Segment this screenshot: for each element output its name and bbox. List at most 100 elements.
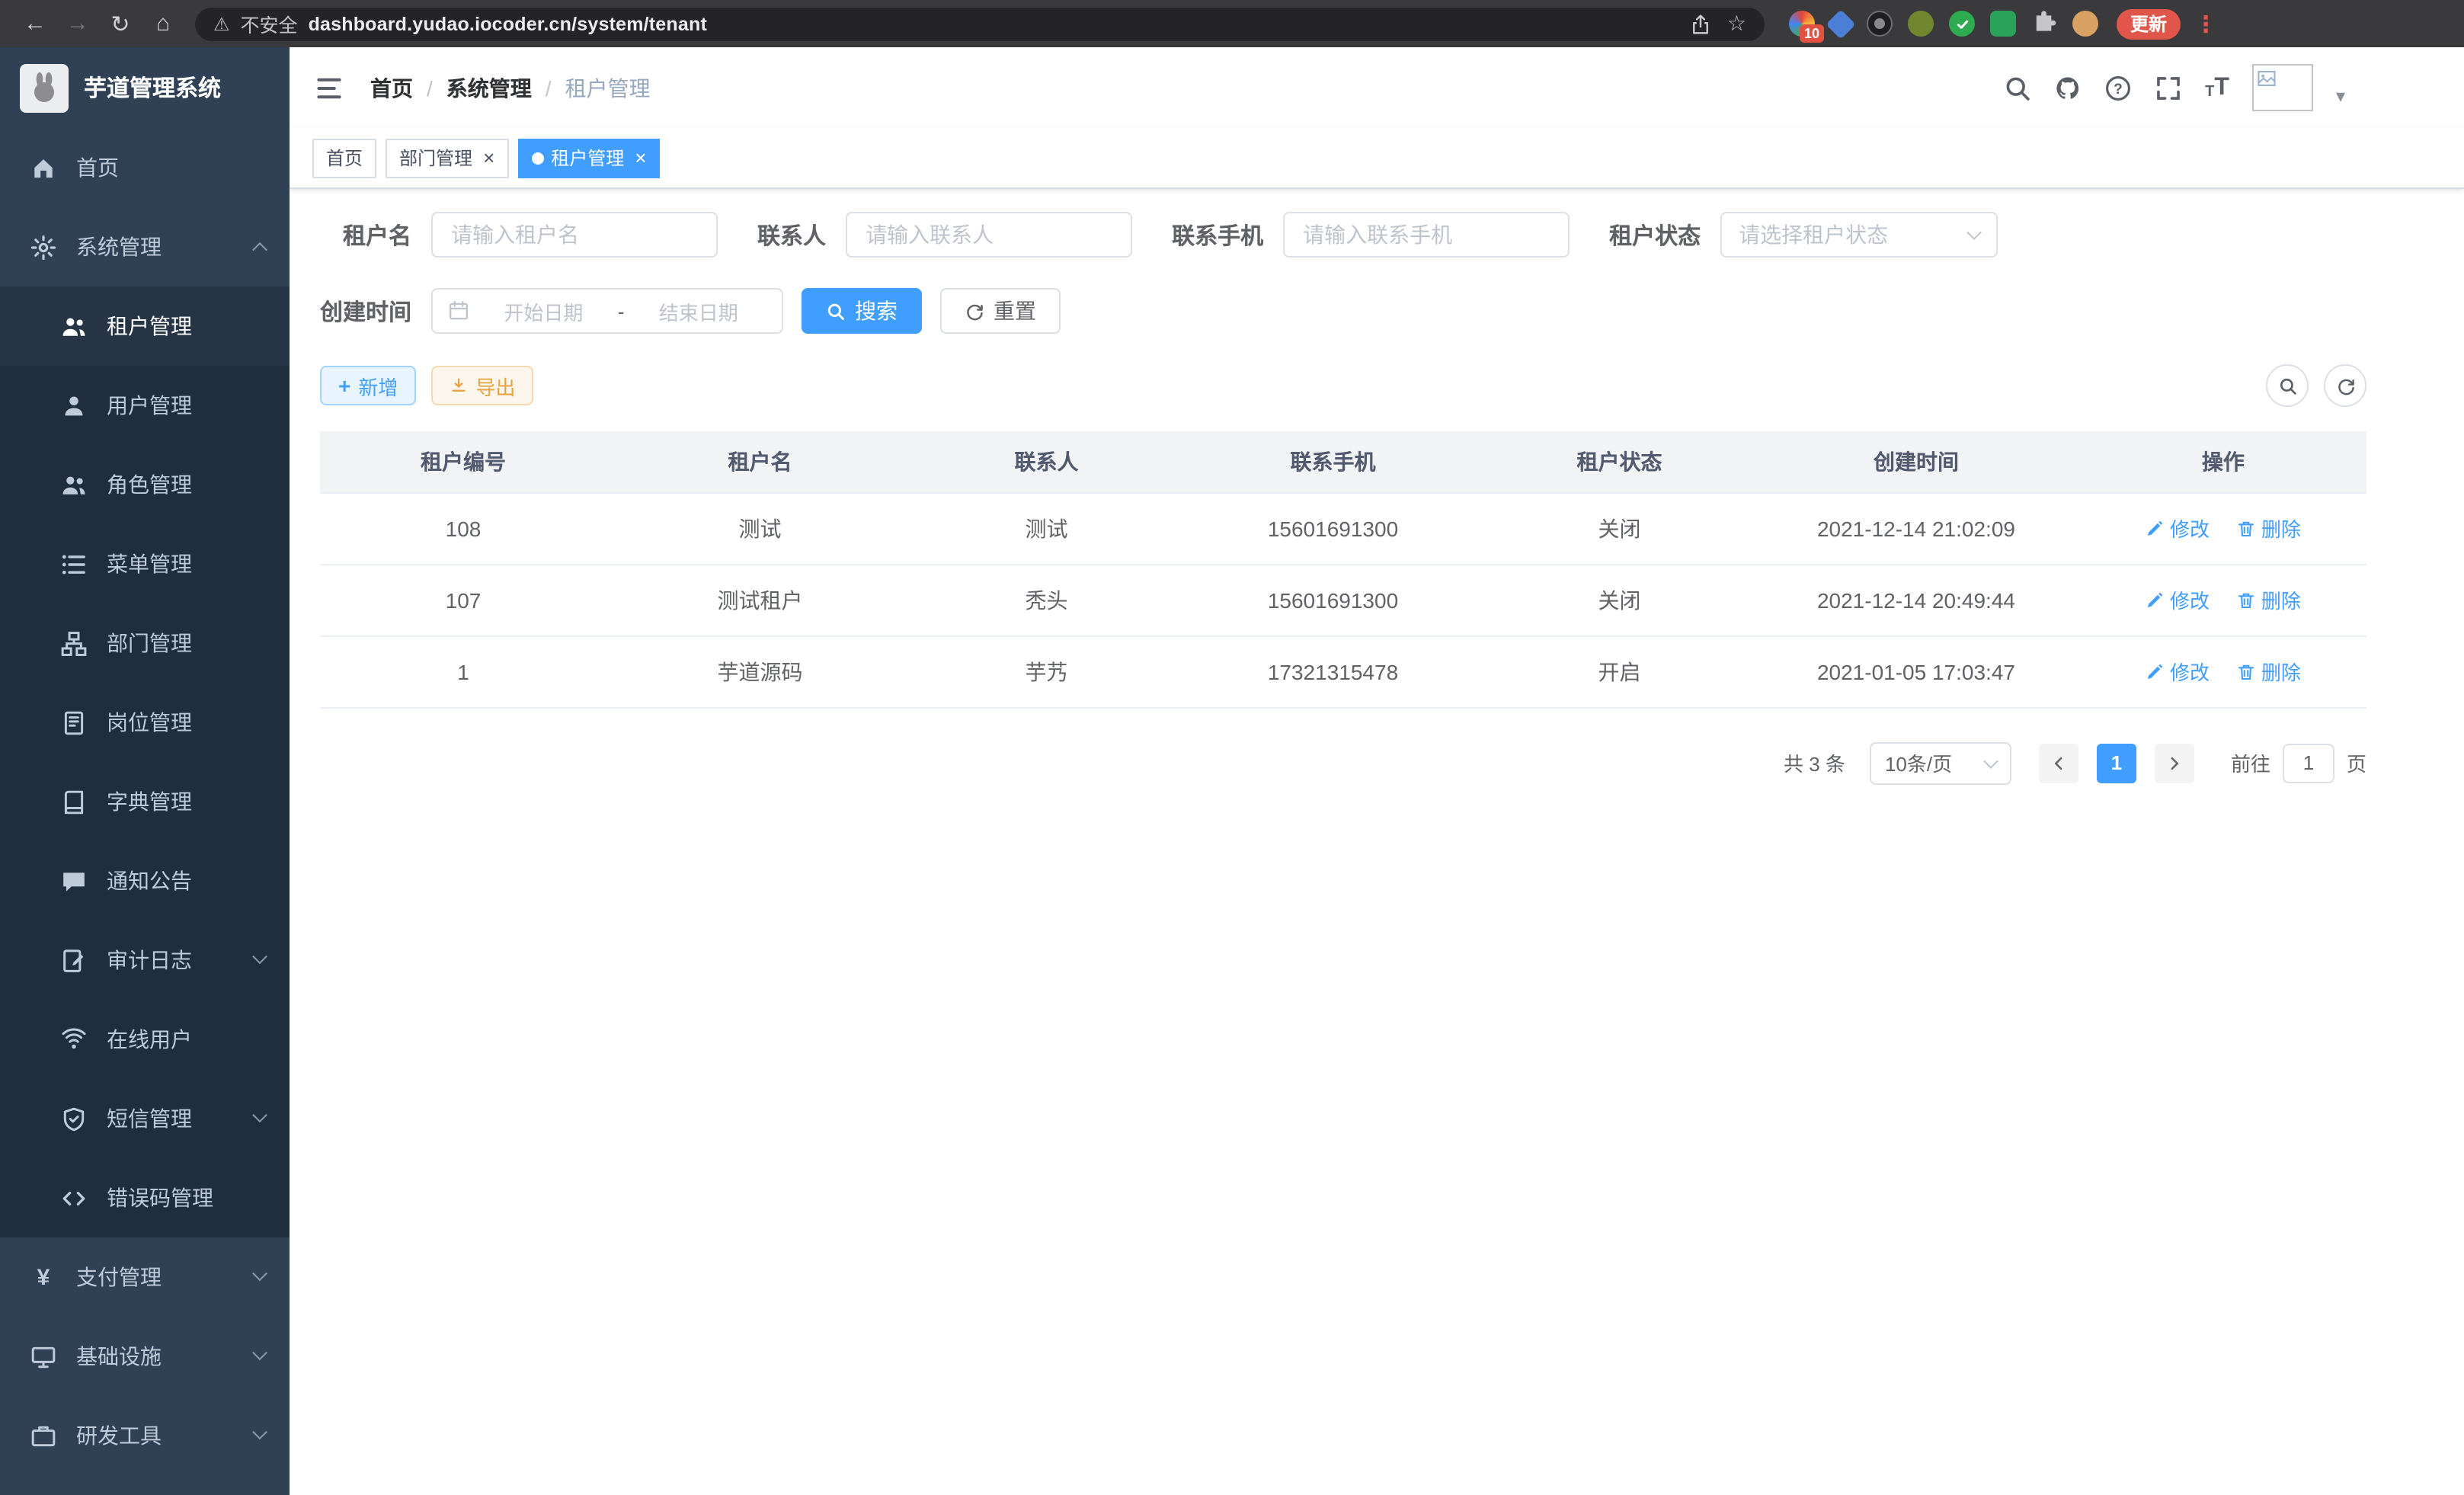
table-header-row: 租户编号 租户名 联系人 联系手机 租户状态 创建时间 操作 xyxy=(320,431,2366,492)
table-toolbar: + 新增 导出 xyxy=(320,364,2366,407)
sidebar-item-tenant[interactable]: 租户管理 xyxy=(0,287,290,366)
mobile-input[interactable] xyxy=(1283,212,1570,258)
tab-tenant[interactable]: 租户管理 × xyxy=(517,138,660,178)
search-icon[interactable] xyxy=(2004,74,2031,101)
url-text[interactable]: dashboard.yudao.iocoder.cn/system/tenant xyxy=(309,13,707,34)
end-date-placeholder[interactable]: 结束日期 xyxy=(630,296,766,325)
chevron-left-icon xyxy=(2051,755,2066,770)
share-icon[interactable] xyxy=(1691,13,1712,34)
sidebar-item-role[interactable]: 角色管理 xyxy=(0,445,290,524)
main-area: 首页 / 系统管理 / 租户管理 ? TT ▾ 首页 xyxy=(290,47,2464,1495)
home-icon xyxy=(30,155,56,181)
sidebar-item-online[interactable]: 在线用户 xyxy=(0,1000,290,1079)
sidebar-item-dept[interactable]: 部门管理 xyxy=(0,603,290,683)
sidebar-item-audit[interactable]: 审计日志 xyxy=(0,920,290,1000)
sidebar-item-sms[interactable]: 短信管理 xyxy=(0,1079,290,1158)
sidebar-item-post[interactable]: 岗位管理 xyxy=(0,683,290,762)
add-button[interactable]: + 新增 xyxy=(320,366,416,405)
status-select[interactable]: 请选择租户状态 xyxy=(1720,212,1998,258)
browser-menu-icon[interactable]: ⋮ xyxy=(2194,10,2217,37)
sidebar-item-label: 角色管理 xyxy=(107,469,192,500)
extension-olive-icon[interactable] xyxy=(1908,11,1934,37)
extension-colorful-icon[interactable]: 10 xyxy=(1789,11,1815,37)
browser-update-button[interactable]: 更新 xyxy=(2117,8,2181,39)
broadcast-icon xyxy=(61,1026,87,1052)
top-navbar: 首页 / 系统管理 / 租户管理 ? TT ▾ xyxy=(290,47,2464,128)
delete-link[interactable]: 删除 xyxy=(2237,514,2301,543)
filter-mobile: 联系手机 xyxy=(1172,212,1570,258)
extension-green-check-icon[interactable] xyxy=(1949,11,1975,37)
sidebar-item-pay[interactable]: ¥ 支付管理 xyxy=(0,1237,290,1317)
help-icon[interactable]: ? xyxy=(2104,74,2132,101)
security-label[interactable]: 不安全 xyxy=(241,9,298,38)
extensions-puzzle-icon[interactable] xyxy=(2031,11,2057,37)
refresh-table-button[interactable] xyxy=(2324,364,2366,407)
app-logo[interactable]: 芋道管理系统 xyxy=(0,47,290,128)
page-size-select[interactable]: 10条/页 xyxy=(1870,741,2011,784)
fullscreen-icon[interactable] xyxy=(2155,74,2182,101)
start-date-placeholder[interactable]: 开始日期 xyxy=(475,296,612,325)
sidebar-item-home[interactable]: 首页 xyxy=(0,128,290,207)
close-icon[interactable]: × xyxy=(635,148,646,168)
browser-reload-icon[interactable]: ↻ xyxy=(101,10,140,37)
sidebar-item-label: 部门管理 xyxy=(107,628,192,658)
next-page-button[interactable] xyxy=(2155,743,2194,783)
export-button[interactable]: 导出 xyxy=(431,366,533,405)
search-button[interactable]: 搜索 xyxy=(802,288,922,334)
close-icon[interactable]: × xyxy=(483,148,494,168)
prev-page-button[interactable] xyxy=(2039,743,2078,783)
delete-link[interactable]: 删除 xyxy=(2237,585,2301,614)
collapse-sidebar-icon[interactable] xyxy=(314,74,344,101)
tab-dept[interactable]: 部门管理 × xyxy=(386,138,508,178)
sidebar-item-infra[interactable]: 基础设施 xyxy=(0,1317,290,1396)
delete-link[interactable]: 删除 xyxy=(2237,657,2301,686)
sidebar-item-label: 系统管理 xyxy=(76,232,162,262)
user-caret-down-icon[interactable]: ▾ xyxy=(2336,85,2345,106)
contact-input[interactable] xyxy=(846,212,1132,258)
cell-mobile: 15601691300 xyxy=(1179,492,1486,564)
browser-profile-avatar[interactable] xyxy=(2072,11,2098,37)
font-size-icon[interactable]: TT xyxy=(2205,75,2229,100)
breadcrumb-item[interactable]: 首页 xyxy=(370,72,413,103)
address-bar-actions: ☆ xyxy=(1691,11,1746,37)
cell-actions: 修改 删除 xyxy=(2080,564,2366,635)
sidebar-item-errcode[interactable]: 错误码管理 xyxy=(0,1158,290,1237)
sidebar-item-user[interactable]: 用户管理 xyxy=(0,366,290,445)
shield-icon xyxy=(61,1106,87,1132)
extension-blue-icon[interactable] xyxy=(1826,8,1856,39)
sidebar-item-menu[interactable]: 菜单管理 xyxy=(0,524,290,603)
sidebar-item-dev[interactable]: 研发工具 xyxy=(0,1396,290,1475)
browser-forward-icon[interactable]: → xyxy=(58,11,98,37)
date-range-picker[interactable]: 开始日期 - 结束日期 xyxy=(431,288,783,334)
bookmark-star-icon[interactable]: ☆ xyxy=(1727,11,1746,37)
reset-button[interactable]: 重置 xyxy=(940,288,1061,334)
github-icon[interactable] xyxy=(2054,74,2082,101)
edit-link[interactable]: 修改 xyxy=(2146,657,2210,686)
table-row: 108 测试 测试 15601691300 关闭 2021-12-14 21:0… xyxy=(320,492,2366,564)
edit-link[interactable]: 修改 xyxy=(2146,514,2210,543)
sidebar-item-dict[interactable]: 字典管理 xyxy=(0,762,290,841)
browser-back-icon[interactable]: ← xyxy=(15,11,55,37)
column-header: 租户编号 xyxy=(320,431,606,492)
extension-green-square-icon[interactable] xyxy=(1990,11,2016,37)
edit-link[interactable]: 修改 xyxy=(2146,585,2210,614)
sidebar-item-notice[interactable]: 通知公告 xyxy=(0,841,290,920)
extension-dark-ring-icon[interactable] xyxy=(1867,11,1893,37)
breadcrumb-item[interactable]: 系统管理 xyxy=(446,72,532,103)
security-warning-icon[interactable]: ⚠ xyxy=(213,13,230,34)
address-bar[interactable]: ⚠ 不安全 dashboard.yudao.iocoder.cn/system/… xyxy=(195,7,1765,40)
page-number-current[interactable]: 1 xyxy=(2097,743,2136,783)
trash-icon xyxy=(2237,662,2255,680)
column-header: 操作 xyxy=(2080,431,2366,492)
tab-home[interactable]: 首页 xyxy=(312,138,376,178)
cell-actions: 修改 删除 xyxy=(2080,492,2366,564)
cell-tenant-name: 测试租户 xyxy=(606,564,914,635)
sidebar-item-system[interactable]: 系统管理 xyxy=(0,207,290,287)
browser-home-icon[interactable]: ⌂ xyxy=(143,11,183,37)
avatar[interactable] xyxy=(2252,64,2313,111)
sidebar-item-label: 菜单管理 xyxy=(107,549,192,579)
goto-page-input[interactable] xyxy=(2283,743,2334,783)
tenant-name-input[interactable] xyxy=(431,212,718,258)
toggle-search-button[interactable] xyxy=(2266,364,2309,407)
sidebar-item-label: 用户管理 xyxy=(107,390,192,421)
